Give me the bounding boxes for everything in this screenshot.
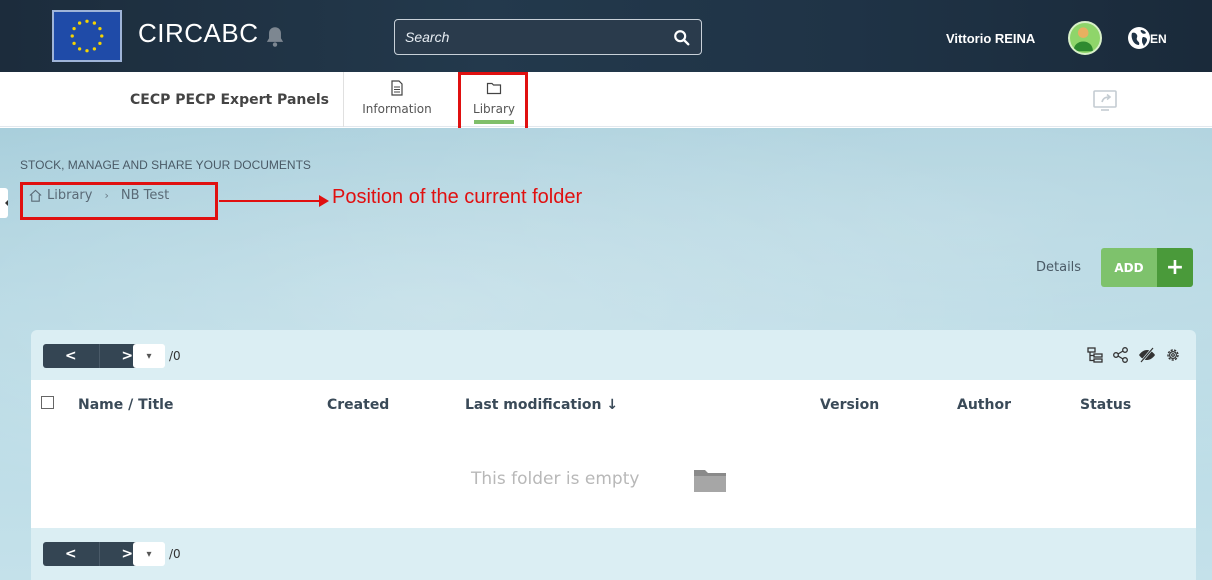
folder-icon: [486, 82, 502, 95]
add-button-label: ADD: [1101, 248, 1157, 287]
group-title[interactable]: CECP PECP Expert Panels: [130, 92, 329, 108]
breadcrumb-separator-icon: ›: [104, 189, 109, 202]
home-icon[interactable]: [28, 188, 43, 203]
column-header-version[interactable]: Version: [820, 397, 879, 413]
details-link[interactable]: Details: [1036, 260, 1081, 275]
column-header-status[interactable]: Status: [1080, 397, 1131, 413]
user-avatar-icon: [1073, 27, 1093, 52]
active-tab-indicator: [474, 120, 514, 124]
language-selector[interactable]: EN: [1150, 32, 1167, 46]
table-toolbar: [1086, 346, 1182, 364]
tab-information-label: Information: [362, 102, 432, 116]
top-bar: CIRCABC Vittorio REINA EN: [0, 0, 1212, 72]
search-input[interactable]: [405, 27, 665, 47]
page-select-top[interactable]: ▾: [133, 344, 165, 368]
share-icon[interactable]: [1112, 346, 1130, 364]
eu-flag-logo[interactable]: [52, 10, 122, 62]
column-header-author[interactable]: Author: [957, 397, 1011, 413]
breadcrumb-item-current[interactable]: NB Test: [121, 188, 169, 203]
user-name[interactable]: Vittorio REINA: [946, 31, 1035, 46]
document-icon: [391, 80, 403, 96]
search-box: [394, 19, 702, 55]
add-button[interactable]: ADD +: [1101, 248, 1193, 287]
tab-library[interactable]: Library: [462, 72, 526, 127]
hide-icon[interactable]: [1138, 346, 1156, 364]
page-total-bottom: /0: [169, 547, 181, 561]
globe-icon[interactable]: [1126, 25, 1152, 51]
tab-library-label: Library: [473, 102, 515, 116]
column-header-created[interactable]: Created: [327, 397, 389, 413]
page-total-top: /0: [169, 349, 181, 363]
tree-view-icon[interactable]: [1086, 346, 1104, 364]
previous-page-button[interactable]: <: [43, 344, 100, 368]
annotation-arrow: [219, 195, 329, 207]
group-nav-bar: CECP PECP Expert Panels Information Libr…: [0, 72, 1212, 127]
nav-divider: [343, 72, 344, 127]
app-brand-title[interactable]: CIRCABC: [138, 18, 259, 49]
documents-panel: < > ▾ /0 Name / Title Created Last modif…: [31, 330, 1196, 580]
section-title: STOCK, MANAGE AND SHARE YOUR DOCUMENTS: [20, 158, 311, 172]
breadcrumb: Library › NB Test: [28, 188, 169, 203]
gear-icon[interactable]: [1164, 346, 1182, 364]
select-all-checkbox[interactable]: [41, 396, 54, 409]
column-header-last-modification[interactable]: Last modification ↓: [465, 397, 618, 413]
annotation-text: Position of the current folder: [332, 186, 583, 208]
empty-folder-icon: [694, 470, 726, 492]
eu-stars-icon: [70, 19, 104, 53]
column-header-name[interactable]: Name / Title: [78, 397, 173, 413]
bell-icon[interactable]: [262, 24, 288, 50]
empty-folder-message: This folder is empty: [471, 469, 640, 489]
tab-information[interactable]: Information: [356, 72, 438, 127]
breadcrumb-item-library[interactable]: Library: [47, 188, 92, 203]
previous-page-button-bottom[interactable]: <: [43, 542, 100, 566]
table-body: Name / Title Created Last modification ↓…: [31, 380, 1196, 528]
plus-icon: +: [1157, 248, 1193, 287]
share-screen-icon[interactable]: [1092, 89, 1118, 113]
search-icon[interactable]: [673, 29, 691, 47]
sidebar-toggle-handle[interactable]: [0, 188, 8, 218]
page-select-bottom[interactable]: ▾: [133, 542, 165, 566]
avatar[interactable]: [1068, 21, 1102, 55]
